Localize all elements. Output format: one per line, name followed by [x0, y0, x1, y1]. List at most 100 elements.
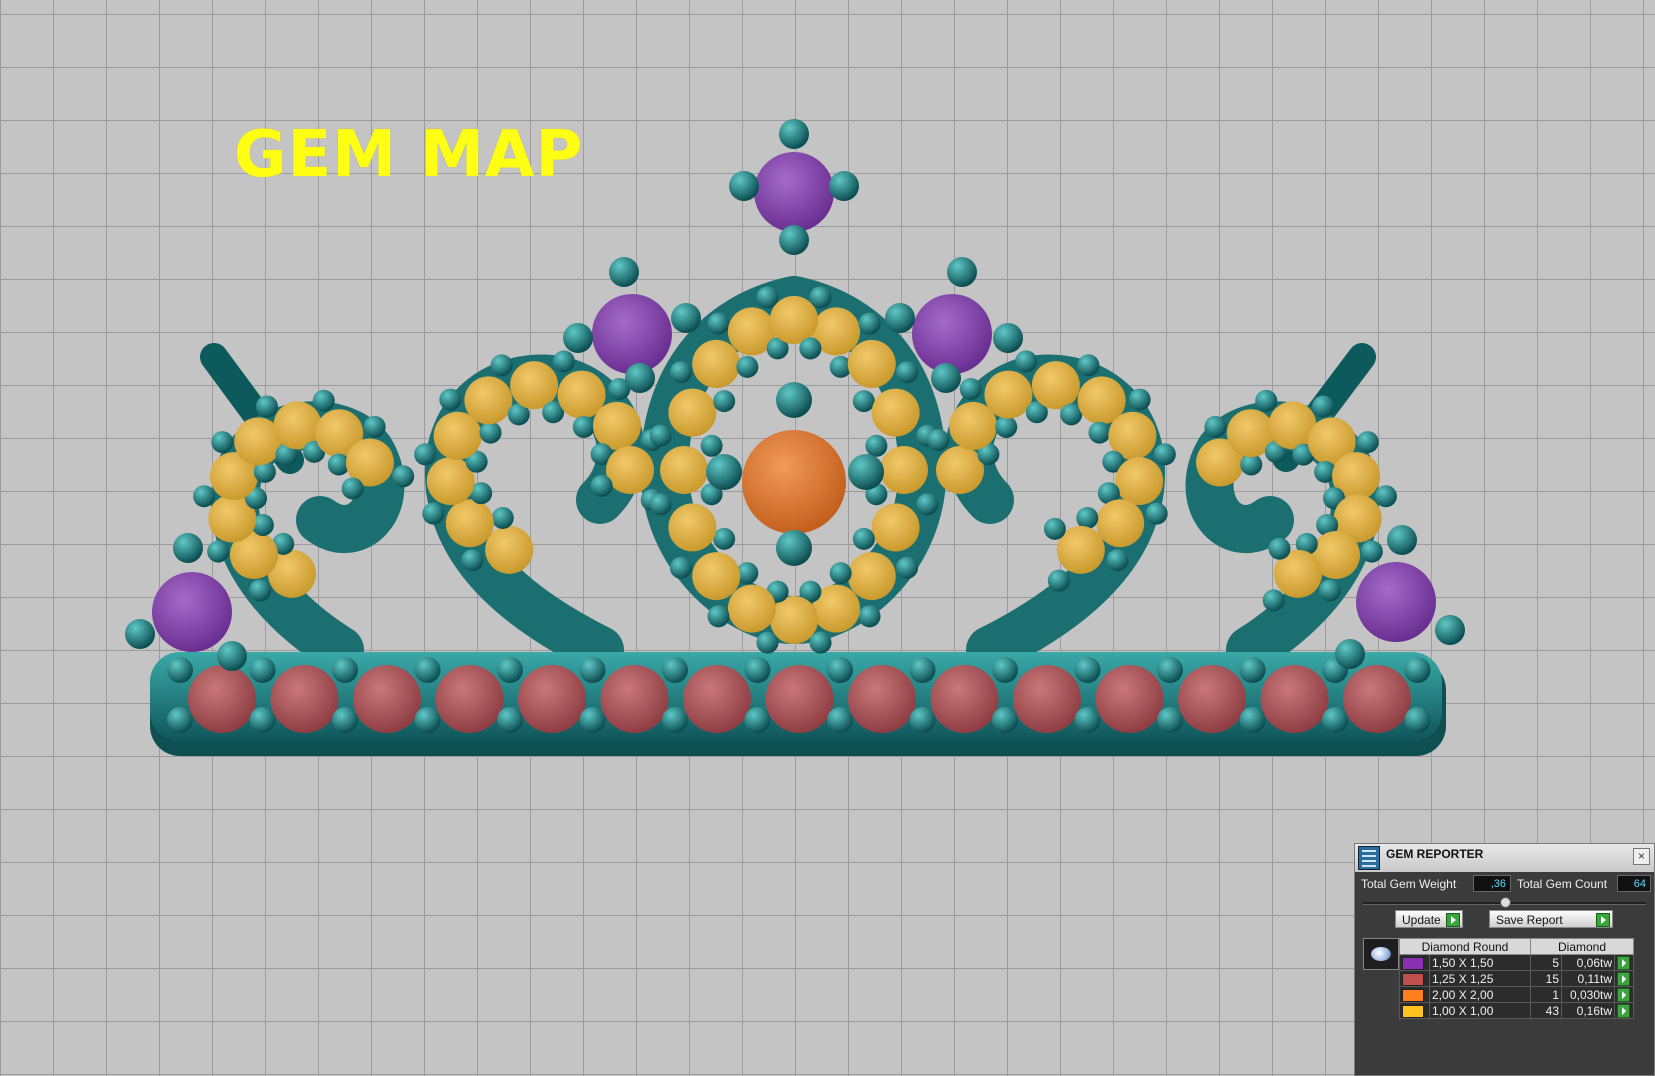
gem-weight: 0,030tw: [1561, 986, 1615, 1003]
gem-purple: [754, 152, 834, 232]
gem-count: 5: [1530, 954, 1562, 971]
prong: [1106, 549, 1129, 572]
diamond-thumbnail-icon[interactable]: [1363, 938, 1399, 970]
total-count-label: Total Gem Count: [1517, 877, 1608, 891]
close-icon[interactable]: ×: [1633, 848, 1650, 865]
prong: [1157, 657, 1183, 683]
total-weight-field[interactable]: ,36: [1473, 875, 1511, 892]
prong: [707, 605, 730, 628]
gem-count: 1: [1530, 986, 1562, 1003]
gem-reporter-panel[interactable]: GEM REPORTER × Total Gem Weight ,36 Tota…: [1354, 843, 1655, 1076]
prong: [1047, 569, 1070, 592]
row-action-cell: [1614, 970, 1634, 987]
prong: [332, 707, 358, 733]
prong: [1076, 506, 1099, 529]
gem-yellow: [727, 584, 776, 633]
prong: [756, 631, 779, 654]
save-report-button[interactable]: Save Report: [1489, 910, 1613, 928]
totals-row: Total Gem Weight ,36 Total Gem Count 64: [1359, 874, 1651, 896]
prong: [916, 493, 939, 516]
prong: [959, 377, 982, 400]
prong: [217, 641, 247, 671]
prong: [779, 119, 809, 149]
prong: [809, 286, 832, 309]
table-row[interactable]: 1,00 X 1,00 43 0,16tw: [1399, 1002, 1634, 1019]
update-button[interactable]: Update: [1395, 910, 1463, 928]
prong: [1255, 389, 1278, 412]
row-action-cell: [1614, 954, 1634, 971]
prong: [392, 465, 415, 488]
color-swatch[interactable]: [1402, 956, 1424, 970]
gem-red: [765, 665, 834, 733]
play-icon: [1596, 913, 1610, 927]
prong: [993, 323, 1023, 353]
splitter-handle[interactable]: [1500, 897, 1511, 908]
prong: [211, 431, 234, 454]
gem-purple: [1356, 562, 1436, 642]
prong: [896, 556, 919, 579]
row-action-cell: [1614, 1002, 1634, 1019]
play-icon[interactable]: [1617, 955, 1630, 970]
prong: [125, 619, 155, 649]
gem-weight: 0,16tw: [1561, 1002, 1615, 1019]
col-header-shape: Diamond Round: [1399, 938, 1531, 955]
prong: [249, 579, 272, 602]
prong: [909, 707, 936, 733]
play-icon[interactable]: [1617, 1003, 1630, 1018]
prong: [729, 171, 759, 201]
row-action-cell: [1614, 986, 1634, 1003]
prong: [896, 361, 919, 384]
color-swatch-cell: [1399, 970, 1430, 987]
gem-red: [1260, 665, 1329, 733]
table-row[interactable]: 2,00 X 2,00 1 0,030tw: [1399, 986, 1634, 1003]
prong: [1074, 657, 1101, 683]
prong: [744, 707, 771, 733]
prong: [497, 657, 523, 683]
gem-yellow: [668, 388, 717, 437]
prong: [713, 390, 736, 413]
play-icon[interactable]: [1617, 987, 1630, 1002]
gem-yellow: [692, 552, 741, 601]
prong: [909, 657, 936, 683]
prong: [852, 527, 875, 550]
prong: [414, 707, 441, 733]
gem-yellow: [1115, 457, 1164, 506]
prong: [669, 556, 692, 579]
prong: [609, 257, 639, 287]
color-swatch[interactable]: [1402, 988, 1424, 1002]
save-report-label: Save Report: [1496, 913, 1563, 927]
prong: [167, 707, 193, 733]
prong: [1360, 540, 1383, 563]
prong: [706, 454, 742, 490]
total-count-field[interactable]: 64: [1617, 875, 1651, 892]
prong: [590, 474, 613, 497]
gem-red: [518, 665, 586, 733]
gem-yellow: [485, 525, 534, 574]
update-button-label: Update: [1402, 913, 1441, 927]
prong: [662, 707, 688, 733]
color-swatch[interactable]: [1402, 1004, 1424, 1018]
prong: [1204, 415, 1227, 438]
prong: [1404, 657, 1431, 683]
prong: [779, 225, 809, 255]
table-row[interactable]: 1,50 X 1,50 5 0,06tw: [1399, 954, 1634, 971]
prong: [700, 434, 723, 457]
play-icon[interactable]: [1617, 971, 1630, 986]
prong: [439, 388, 462, 411]
prong: [827, 707, 853, 733]
gem-yellow: [1031, 361, 1080, 410]
prong: [799, 337, 822, 360]
prong: [1322, 707, 1348, 733]
table-row[interactable]: 1,25 X 1,25 15 0,11tw: [1399, 970, 1634, 987]
prong: [992, 707, 1018, 733]
prong: [414, 443, 437, 466]
panel-titlebar[interactable]: GEM REPORTER ×: [1355, 844, 1654, 872]
gem-reporter-icon: [1358, 846, 1380, 870]
prong: [1239, 657, 1266, 683]
gem-table: Diamond Round Diamond 1,50 X 1,50 5 0,06tw…: [1399, 938, 1634, 1019]
prong: [255, 395, 278, 418]
gem-yellow: [464, 376, 513, 425]
prong: [776, 382, 812, 418]
color-swatch[interactable]: [1402, 972, 1424, 986]
prong: [809, 631, 832, 654]
